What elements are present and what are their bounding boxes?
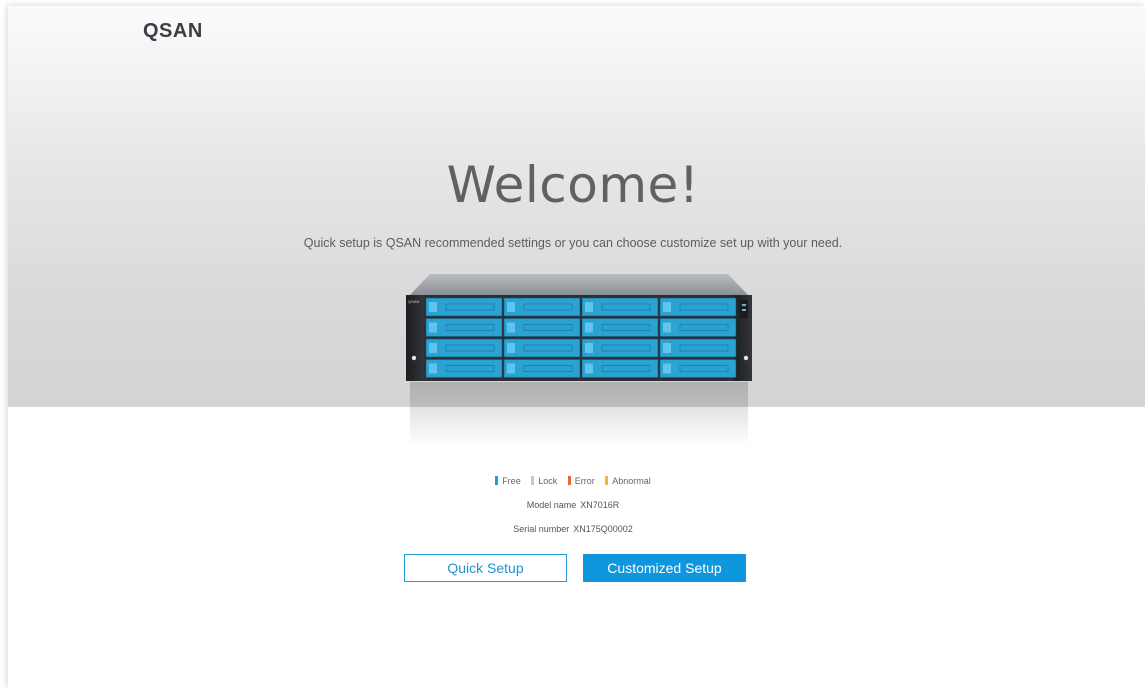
drive-bay-latch (507, 322, 515, 333)
drive-bay-latch (585, 302, 593, 312)
drive-bay-latch (663, 322, 671, 333)
drive-bay (503, 338, 581, 358)
legend-item-lock: Lock (531, 476, 557, 486)
qsan-logo: QSAN (143, 20, 203, 42)
legend-label-abnormal: Abnormal (612, 476, 651, 486)
legend-label-free: Free (502, 476, 521, 486)
storage-enclosure-image: QSAN (406, 274, 752, 446)
drive-bay-latch (429, 322, 437, 333)
model-name-value: XN7016R (580, 500, 620, 510)
model-name-label: Model name (526, 500, 577, 510)
page-frame: QSAN Welcome! Quick setup is QSAN recomm… (8, 6, 1145, 688)
serial-number-value: XN175Q00002 (573, 524, 633, 534)
drive-bay-latch (429, 302, 437, 312)
drive-bay (581, 359, 659, 378)
drive-bay-latch (663, 363, 671, 374)
model-name-row: Model name XN7016R (8, 500, 1138, 510)
drive-bay-latch (507, 343, 515, 353)
drive-bay-latch (585, 322, 593, 333)
left-ear (406, 295, 424, 381)
welcome-title: Welcome! (446, 156, 700, 214)
drive-bay (425, 338, 503, 358)
drive-bay (659, 318, 737, 337)
right-handle-icon (743, 355, 749, 361)
ear-logo-text: QSAN (408, 299, 419, 304)
drive-bay (659, 359, 737, 378)
legend-item-abnormal: Abnormal (605, 476, 651, 486)
status-led (742, 304, 746, 306)
drive-bay-latch (663, 343, 671, 353)
drive-bay-latch (663, 302, 671, 312)
drive-bay (503, 297, 581, 317)
drive-bay (503, 318, 581, 337)
legend-item-free: Free (495, 476, 521, 486)
enclosure-reflection (410, 382, 748, 446)
drive-bay (503, 359, 581, 378)
quick-setup-button[interactable]: Quick Setup (404, 554, 567, 582)
drive-bay-latch (429, 363, 437, 374)
lock-swatch (531, 476, 535, 485)
legend-item-error: Error (567, 476, 595, 486)
welcome-subtitle: Quick setup is QSAN recommended settings… (303, 236, 843, 250)
drive-bay-latch (585, 343, 593, 353)
legend-label-error: Error (574, 476, 595, 486)
error-swatch (567, 476, 571, 485)
drive-bay (581, 338, 659, 358)
customized-setup-button[interactable]: Customized Setup (583, 554, 746, 582)
serial-number-label: Serial number (513, 524, 570, 534)
free-swatch (495, 476, 499, 485)
drive-bay (581, 318, 659, 337)
left-handle-icon (411, 355, 417, 361)
drive-bay (425, 318, 503, 337)
drive-bay (581, 297, 659, 317)
serial-number-row: Serial number XN175Q00002 (8, 524, 1138, 534)
drive-bay (425, 297, 503, 317)
drive-bay (659, 297, 737, 317)
drive-bay (425, 359, 503, 378)
legend-label-lock: Lock (538, 476, 558, 486)
drive-bay-latch (507, 302, 515, 312)
status-led (742, 309, 746, 311)
drive-bay (659, 338, 737, 358)
enclosure-top-cover (410, 274, 748, 295)
abnormal-swatch (605, 476, 609, 485)
drive-bay-latch (429, 343, 437, 353)
drive-status-legend: Free Lock Error Abnormal (8, 476, 1138, 486)
drive-bay-latch (507, 363, 515, 374)
drive-bay-latch (585, 363, 593, 374)
